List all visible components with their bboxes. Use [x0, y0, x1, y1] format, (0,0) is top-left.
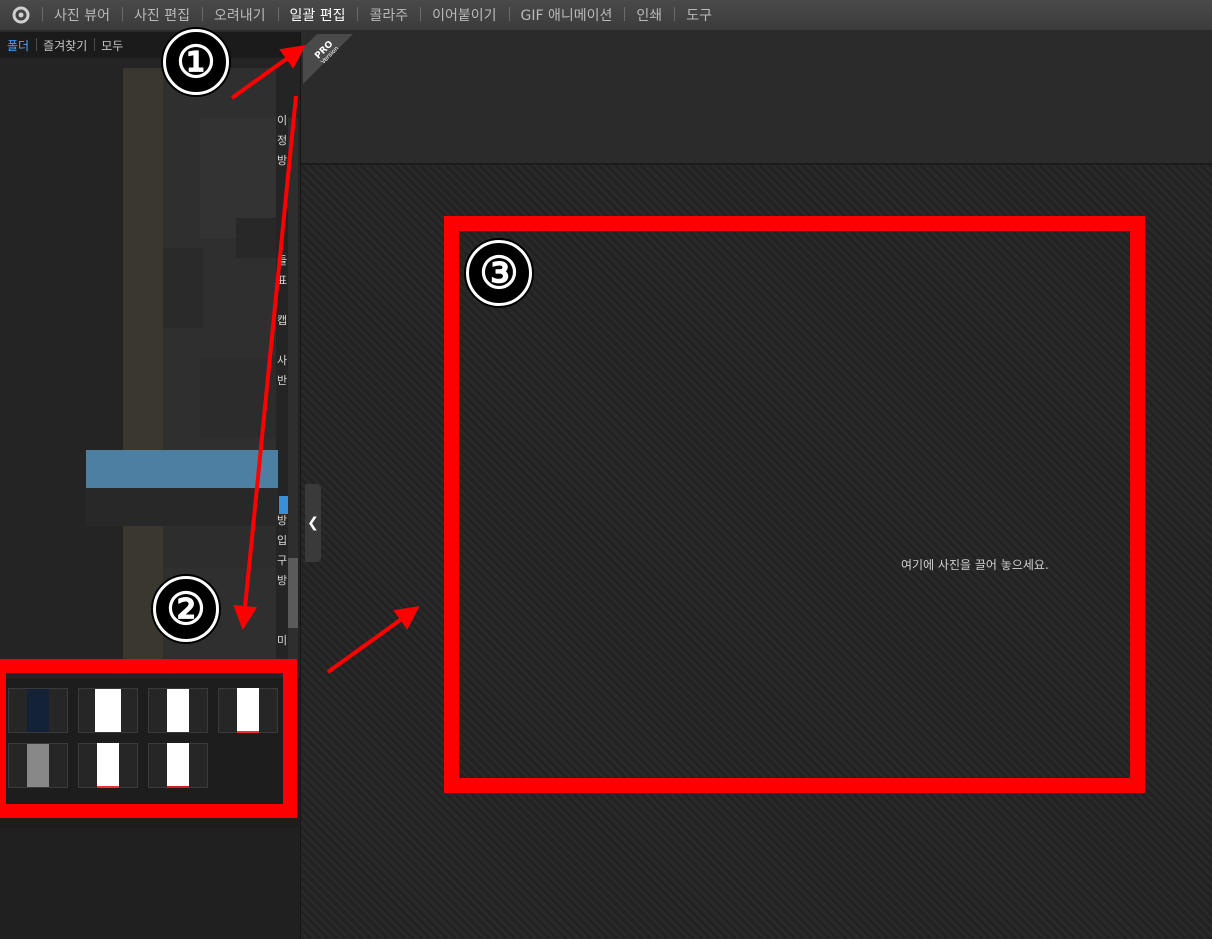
blurred-region: [123, 68, 163, 668]
marker-1: ①: [163, 29, 229, 95]
tree-scrollbar[interactable]: [288, 118, 298, 678]
tree-item-text: 입: [277, 534, 288, 547]
batch-toolbar-area: [301, 32, 1212, 165]
menu-collage[interactable]: 콜라주: [357, 5, 420, 25]
top-menu-bar: 사진 뷰어 사진 편집 오려내기 일괄 편집 콜라주 이어붙이기 GIF 애니메…: [0, 0, 1212, 32]
blurred-region: [236, 218, 276, 258]
tab-folder[interactable]: 폴더: [0, 37, 36, 54]
tab-all[interactable]: 모두: [94, 37, 130, 54]
blurred-region: [163, 528, 276, 568]
selection-indicator: [279, 496, 288, 514]
tree-item-text: 캡: [277, 314, 288, 327]
tree-item-text: 표: [277, 274, 288, 287]
tree-item-text: 방: [277, 574, 288, 587]
app-logo-icon[interactable]: [10, 4, 32, 26]
menu-combine[interactable]: 이어붙이기: [420, 5, 508, 25]
annotation-box-thumbnails: [0, 659, 297, 818]
collapse-panel-button[interactable]: ❮: [305, 484, 321, 562]
tree-item-text: 이: [277, 114, 288, 127]
menu-photo-viewer[interactable]: 사진 뷰어: [42, 5, 122, 25]
tree-item-text: 사: [277, 354, 288, 367]
left-panel-tabs: 폴더 즐겨찾기 모두: [0, 32, 300, 58]
tree-item-text: 방: [277, 154, 288, 167]
marker-3: ③: [466, 240, 532, 306]
tree-item-text: 미: [277, 634, 288, 647]
menu-batch-edit[interactable]: 일괄 편집: [277, 5, 358, 25]
tab-favorites[interactable]: 즐겨찾기: [36, 37, 94, 54]
tree-item-text: 반: [277, 374, 288, 387]
folder-tree[interactable]: 이 정 방 들 표 캡 사 반 방 입 구 방 미: [0, 58, 300, 678]
menu-print[interactable]: 인쇄: [624, 5, 674, 25]
pro-version-badge[interactable]: PRO Version: [303, 34, 353, 84]
blurred-region: [163, 248, 203, 328]
menu-tools[interactable]: 도구: [674, 5, 724, 25]
tree-item-text: 정: [277, 134, 288, 147]
scrollbar-thumb[interactable]: [288, 558, 298, 628]
menu-cutout[interactable]: 오려내기: [201, 5, 278, 25]
menu-photo-edit[interactable]: 사진 편집: [121, 5, 202, 25]
tree-item-text: 들: [277, 254, 288, 267]
blurred-region: [86, 488, 278, 526]
tree-item-text: 구: [277, 554, 288, 567]
marker-2: ②: [153, 576, 219, 642]
menu-gif-animation[interactable]: GIF 애니메이션: [508, 5, 625, 25]
annotation-box-canvas: [444, 216, 1145, 793]
chevron-left-icon: ❮: [307, 515, 319, 531]
selected-row: [86, 450, 278, 488]
tree-item-text: 방: [277, 514, 288, 527]
blurred-region: [200, 358, 276, 438]
